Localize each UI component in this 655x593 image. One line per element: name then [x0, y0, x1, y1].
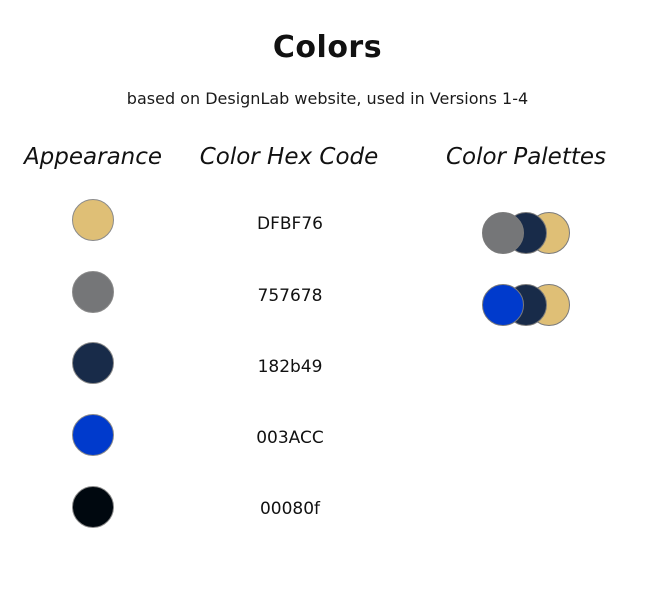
color-hex-1: DFBF76 — [257, 214, 323, 234]
page-title: Colors — [272, 30, 383, 65]
color-swatch-5 — [72, 486, 114, 528]
color-hex-5: 00080f — [259, 499, 321, 519]
color-hex-4: 003ACC — [256, 428, 324, 448]
color-swatch-4 — [72, 414, 114, 456]
header-hex-code: Color Hex Code — [199, 144, 379, 170]
color-palette-2 — [482, 284, 572, 328]
palette-1-dot-1 — [482, 212, 524, 254]
color-swatch-2 — [72, 271, 114, 313]
header-appearance: Appearance — [23, 144, 163, 170]
page-subtitle: based on DesignLab website, used in Vers… — [126, 89, 529, 108]
color-hex-2: 757678 — [257, 286, 323, 306]
palette-2-dot-1 — [482, 284, 524, 326]
color-hex-3: 182b49 — [257, 357, 323, 377]
header-color-palettes: Color Palettes — [445, 144, 607, 170]
color-swatch-3 — [72, 342, 114, 384]
color-swatch-1 — [72, 199, 114, 241]
color-palette-1 — [482, 212, 572, 256]
